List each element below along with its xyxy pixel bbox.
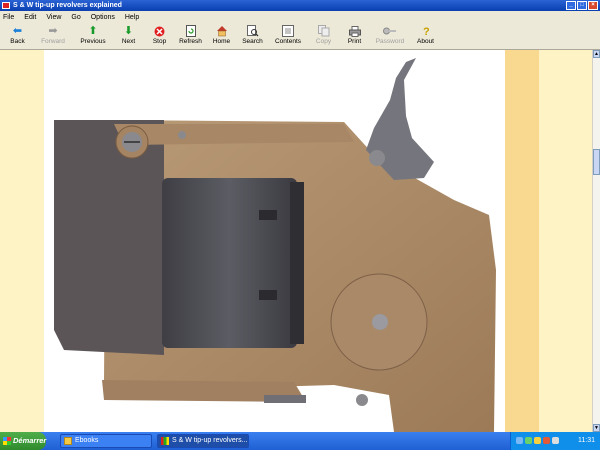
- menu-options[interactable]: Options: [91, 14, 115, 21]
- windows-flag-icon: [3, 437, 11, 445]
- home-icon: [215, 25, 229, 37]
- print-button[interactable]: Print: [339, 23, 370, 50]
- svg-text:?: ?: [423, 26, 430, 37]
- about-button[interactable]: ? About: [410, 23, 441, 50]
- maximize-icon[interactable]: □: [577, 1, 587, 10]
- window-controls: _ □ ×: [566, 1, 598, 10]
- title-bar[interactable]: S & W tip-up revolvers explained _ □ ×: [0, 0, 600, 11]
- about-icon: ?: [419, 25, 433, 37]
- network-icon[interactable]: [525, 437, 532, 444]
- toolbar: ⬅ Back ➡ Forward ⬆ Previous ⬇ Next Stop …: [0, 23, 600, 50]
- copy-icon: [317, 25, 331, 37]
- left-margin: [0, 50, 44, 432]
- menu-edit[interactable]: Edit: [24, 14, 36, 21]
- content-area: [0, 50, 592, 432]
- vertical-scrollbar[interactable]: ▲ ▼: [592, 50, 600, 432]
- down-arrow-icon: ⬇: [123, 25, 134, 37]
- search-button[interactable]: Search: [237, 23, 268, 50]
- close-icon[interactable]: ×: [588, 1, 598, 10]
- app-window: S & W tip-up revolvers explained _ □ × F…: [0, 0, 600, 432]
- scroll-up-icon[interactable]: ▲: [593, 50, 600, 58]
- app-icon: [2, 2, 10, 9]
- menu-bar: File Edit View Go Options Help: [0, 11, 600, 23]
- refresh-icon: [184, 25, 198, 37]
- refresh-button[interactable]: Refresh: [175, 23, 206, 50]
- stop-icon: [153, 25, 167, 37]
- stop-button[interactable]: Stop: [144, 23, 175, 50]
- menu-view[interactable]: View: [46, 14, 61, 21]
- right-margin-band: [505, 50, 539, 432]
- security-icon[interactable]: [543, 437, 550, 444]
- taskbar-item-ebook-reader[interactable]: S & W tip-up revolvers...: [157, 434, 249, 448]
- next-button[interactable]: ⬇ Next: [113, 23, 144, 50]
- window-title: S & W tip-up revolvers explained: [13, 2, 122, 9]
- contents-icon: [281, 25, 295, 37]
- taskbar-item-ebooks[interactable]: Ebooks: [60, 434, 152, 448]
- start-button[interactable]: Démarrer: [0, 432, 46, 450]
- contents-button[interactable]: Contents: [268, 23, 308, 50]
- scrollbar-thumb[interactable]: [593, 149, 600, 175]
- copy-button[interactable]: Copy: [308, 23, 339, 50]
- minimize-icon[interactable]: _: [566, 1, 576, 10]
- tray-app-icon[interactable]: [552, 437, 559, 444]
- back-button[interactable]: ⬅ Back: [2, 23, 33, 50]
- up-arrow-icon: ⬆: [88, 25, 98, 37]
- system-tray: 11:31: [510, 432, 600, 450]
- tray-icons: [516, 437, 559, 444]
- revolver-frame-photo: [44, 50, 505, 432]
- home-button[interactable]: Home: [206, 23, 237, 50]
- menu-help[interactable]: Help: [125, 14, 139, 21]
- forward-button[interactable]: ➡ Forward: [33, 23, 73, 50]
- taskbar: Démarrer Ebooks S & W tip-up revolvers..…: [0, 432, 600, 450]
- search-icon: [246, 25, 260, 37]
- menu-go[interactable]: Go: [71, 14, 80, 21]
- previous-button[interactable]: ⬆ Previous: [73, 23, 113, 50]
- scroll-down-icon[interactable]: ▼: [593, 424, 600, 432]
- key-icon: [383, 25, 397, 37]
- clock: 11:31: [578, 437, 595, 444]
- menu-file[interactable]: File: [3, 14, 14, 21]
- password-button[interactable]: Password: [370, 23, 410, 50]
- tray-arrow-icon[interactable]: [516, 437, 523, 444]
- folder-icon: [64, 437, 72, 445]
- back-arrow-icon: ⬅: [12, 25, 23, 37]
- volume-icon[interactable]: [534, 437, 541, 444]
- print-icon: [348, 25, 362, 37]
- forward-arrow-icon: ➡: [48, 25, 58, 37]
- right-margin: [539, 50, 592, 432]
- app-icon: [161, 437, 169, 445]
